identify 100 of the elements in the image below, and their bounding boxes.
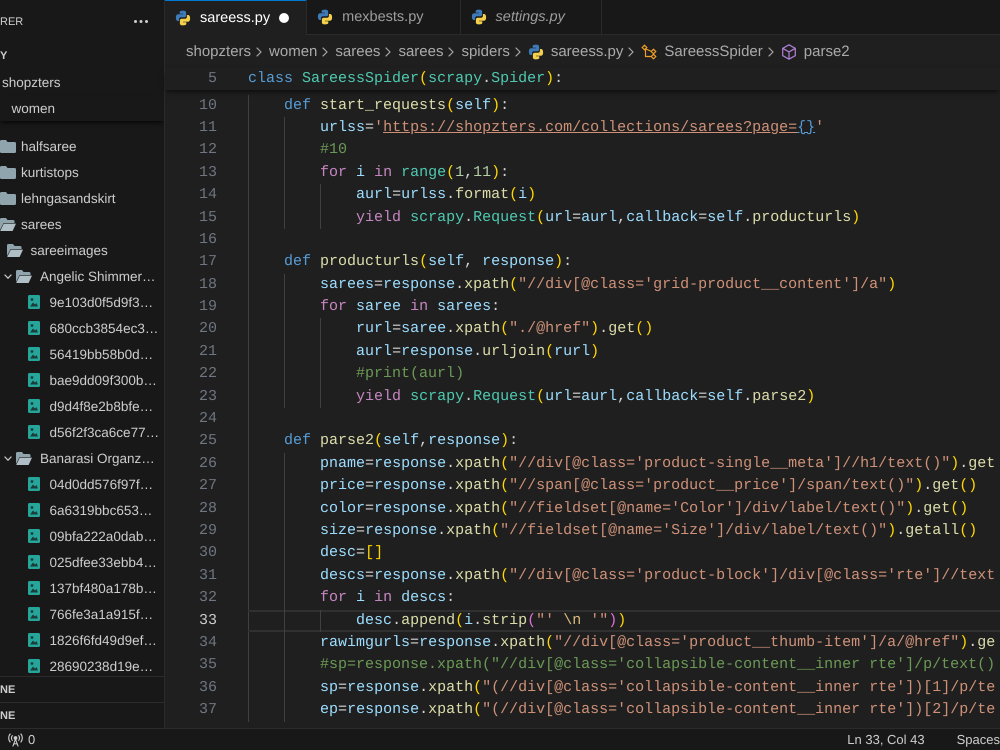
chevron-down-icon[interactable]	[4, 456, 12, 460]
code-line: price=response.xpath("//span[@class='product__price']/span/text()").get()	[320, 477, 978, 494]
line-number: 23	[198, 386, 217, 407]
code-line: pname=response.xpath("//div[@class='product-single__meta']//h1/text()").get	[320, 454, 996, 472]
tree-item[interactable]: sareeimages	[0, 237, 164, 263]
breadcrumb-item[interactable]: shopzters	[186, 43, 252, 60]
line-number: 35	[198, 655, 217, 676]
tree-item[interactable]: d9d4f8e2b8bfe…	[0, 393, 164, 419]
line-number: 37	[198, 700, 217, 720]
breadcrumb-item[interactable]: sarees	[335, 43, 380, 60]
code-line: class SareessSpider(scrapy.Spider):	[248, 70, 564, 87]
line-number: 34	[198, 632, 217, 653]
image-file-icon	[28, 373, 40, 387]
line-number: 32	[198, 588, 217, 608]
python-file-icon	[470, 9, 487, 25]
tree-item[interactable]: Banarasi Organz…	[0, 445, 164, 471]
line-number: 26	[198, 454, 217, 474]
line-number: 15	[198, 208, 217, 228]
line-number: 14	[198, 185, 217, 206]
chevron-right-icon	[514, 46, 521, 56]
code-line: yield scrapy.Request(url=aurl,callback=self.producturls)	[356, 208, 860, 226]
tree-item[interactable]: 9e103d0f5d9f3…	[0, 289, 164, 315]
code-line: for saree in sarees:	[320, 298, 500, 316]
chevron-down-icon[interactable]	[4, 274, 12, 278]
code-line: desc=[]	[320, 544, 384, 562]
breadcrumb-item[interactable]: spiders	[461, 43, 510, 60]
tree-item[interactable]: 6a6319bbc653…	[0, 497, 164, 523]
image-file-icon	[28, 555, 40, 569]
tree-item[interactable]: bae9dd09f300b…	[0, 367, 164, 393]
tree-item[interactable]: 09bfa222a0dab…	[0, 523, 164, 549]
code-line: aurl=response.urljoin(rurl)	[356, 342, 600, 360]
line-number: 29	[198, 521, 217, 541]
tree-item[interactable]: halfsaree	[0, 133, 164, 159]
section-header[interactable]: Y	[0, 50, 8, 62]
tree-item[interactable]: women	[0, 95, 164, 121]
line-number: 28	[198, 498, 217, 519]
image-file-icon	[28, 503, 40, 517]
tree-item[interactable]: 28690238d19e…	[0, 653, 164, 676]
image-file-icon	[28, 581, 40, 595]
chevron-right-icon	[256, 46, 262, 56]
code-line: sp=response.xpath("(//div[@class='collapsible-content__inner rte'])[1]/p/te	[320, 678, 996, 696]
code-line: yield scrapy.Request(url=aurl,callback=self.parse2)	[356, 388, 816, 405]
image-file-icon	[28, 529, 40, 543]
code-line: #sp=response.xpath("//div[@class='collapsible-content__inner rte']/p/text()	[320, 656, 996, 674]
more-icon[interactable]	[134, 20, 148, 23]
explorer-title: RER	[0, 16, 24, 28]
ports-status[interactable]: 0	[8, 732, 36, 747]
tree-item[interactable]: kurtistops	[0, 159, 164, 185]
line-number: 25	[198, 431, 217, 452]
tree-item[interactable]: 766fe3a1a915f…	[0, 601, 164, 627]
line-number: 17	[198, 252, 217, 272]
cursor-position[interactable]: Ln 33, Col 43	[847, 732, 925, 747]
editor-tab[interactable]: settings.py	[460, 0, 602, 34]
line-number: 16	[198, 230, 217, 250]
chevron-right-icon	[385, 46, 392, 56]
tree-item[interactable]: 56419bb58b0d…	[0, 341, 164, 367]
image-file-icon	[28, 607, 40, 621]
cube-icon	[780, 44, 797, 60]
chevron-right-icon	[768, 46, 774, 56]
unsaved-dot-icon[interactable]	[279, 12, 290, 22]
line-number: 13	[198, 162, 217, 183]
code-line: #10	[320, 141, 348, 158]
breadcrumb-item[interactable]: SareessSpider	[641, 43, 763, 60]
code-line: urlss='https://shopzters.com/collections/sarees?page={}'	[320, 118, 824, 136]
code-line: for i in descs:	[320, 589, 456, 606]
code-line: def producturls(self, response):	[284, 253, 572, 270]
class-symbol-icon	[641, 44, 658, 60]
line-number: 27	[198, 476, 217, 496]
line-number: 24	[198, 409, 217, 430]
code-line: ep=response.xpath("(//div[@class='collapsible-content__inner rte'])[2]/p/te	[320, 701, 996, 718]
tree-item[interactable]: 680ccb3854ec3…	[0, 315, 164, 341]
line-number: 31	[198, 566, 217, 586]
indentation-status[interactable]: Spaces	[956, 732, 1000, 747]
tree-item[interactable]: Angelic Shimmer…	[0, 263, 164, 289]
code-line: descs=response.xpath("//div[@class='product-block']/div[@class='rte']//text	[320, 566, 996, 584]
tree-item[interactable]: d56f2f3ca6ce77…	[0, 419, 164, 445]
breadcrumb-item[interactable]: sareess.py	[528, 43, 624, 60]
line-number: 33	[198, 610, 217, 631]
editor-tab[interactable]: sareess.py	[165, 0, 308, 35]
tree-item[interactable]: 04d0dd576f97f…	[0, 471, 164, 497]
chevron-right-icon	[322, 46, 328, 56]
line-number: 21	[198, 342, 217, 362]
line-number: 19	[198, 297, 217, 318]
tree-item[interactable]: 025dfee33ebb4…	[0, 549, 164, 575]
tree-item[interactable]: 1826f6fd49d9ef…	[0, 627, 164, 653]
breadcrumb-item[interactable]: women	[269, 43, 318, 60]
code-line: color=response.xpath("//fieldset[@name='Color']/div/label/text()").get()	[320, 500, 968, 517]
chevron-right-icon	[628, 46, 634, 56]
python-file-icon	[528, 44, 544, 60]
line-number: 18	[198, 274, 217, 295]
line-number: 36	[198, 678, 217, 698]
breadcrumb-item[interactable]: sarees	[398, 43, 444, 60]
breadcrumb-item[interactable]: parse2	[780, 43, 850, 60]
image-file-icon	[28, 295, 40, 309]
panel-header[interactable]: NE	[0, 676, 164, 702]
tree-item[interactable]: sarees	[0, 211, 164, 237]
tree-item[interactable]: lehngasandskirt	[0, 185, 164, 211]
radio-tower-icon	[8, 732, 23, 746]
tree-item[interactable]: 137bf480a178b…	[0, 575, 164, 601]
image-file-icon	[28, 477, 40, 491]
